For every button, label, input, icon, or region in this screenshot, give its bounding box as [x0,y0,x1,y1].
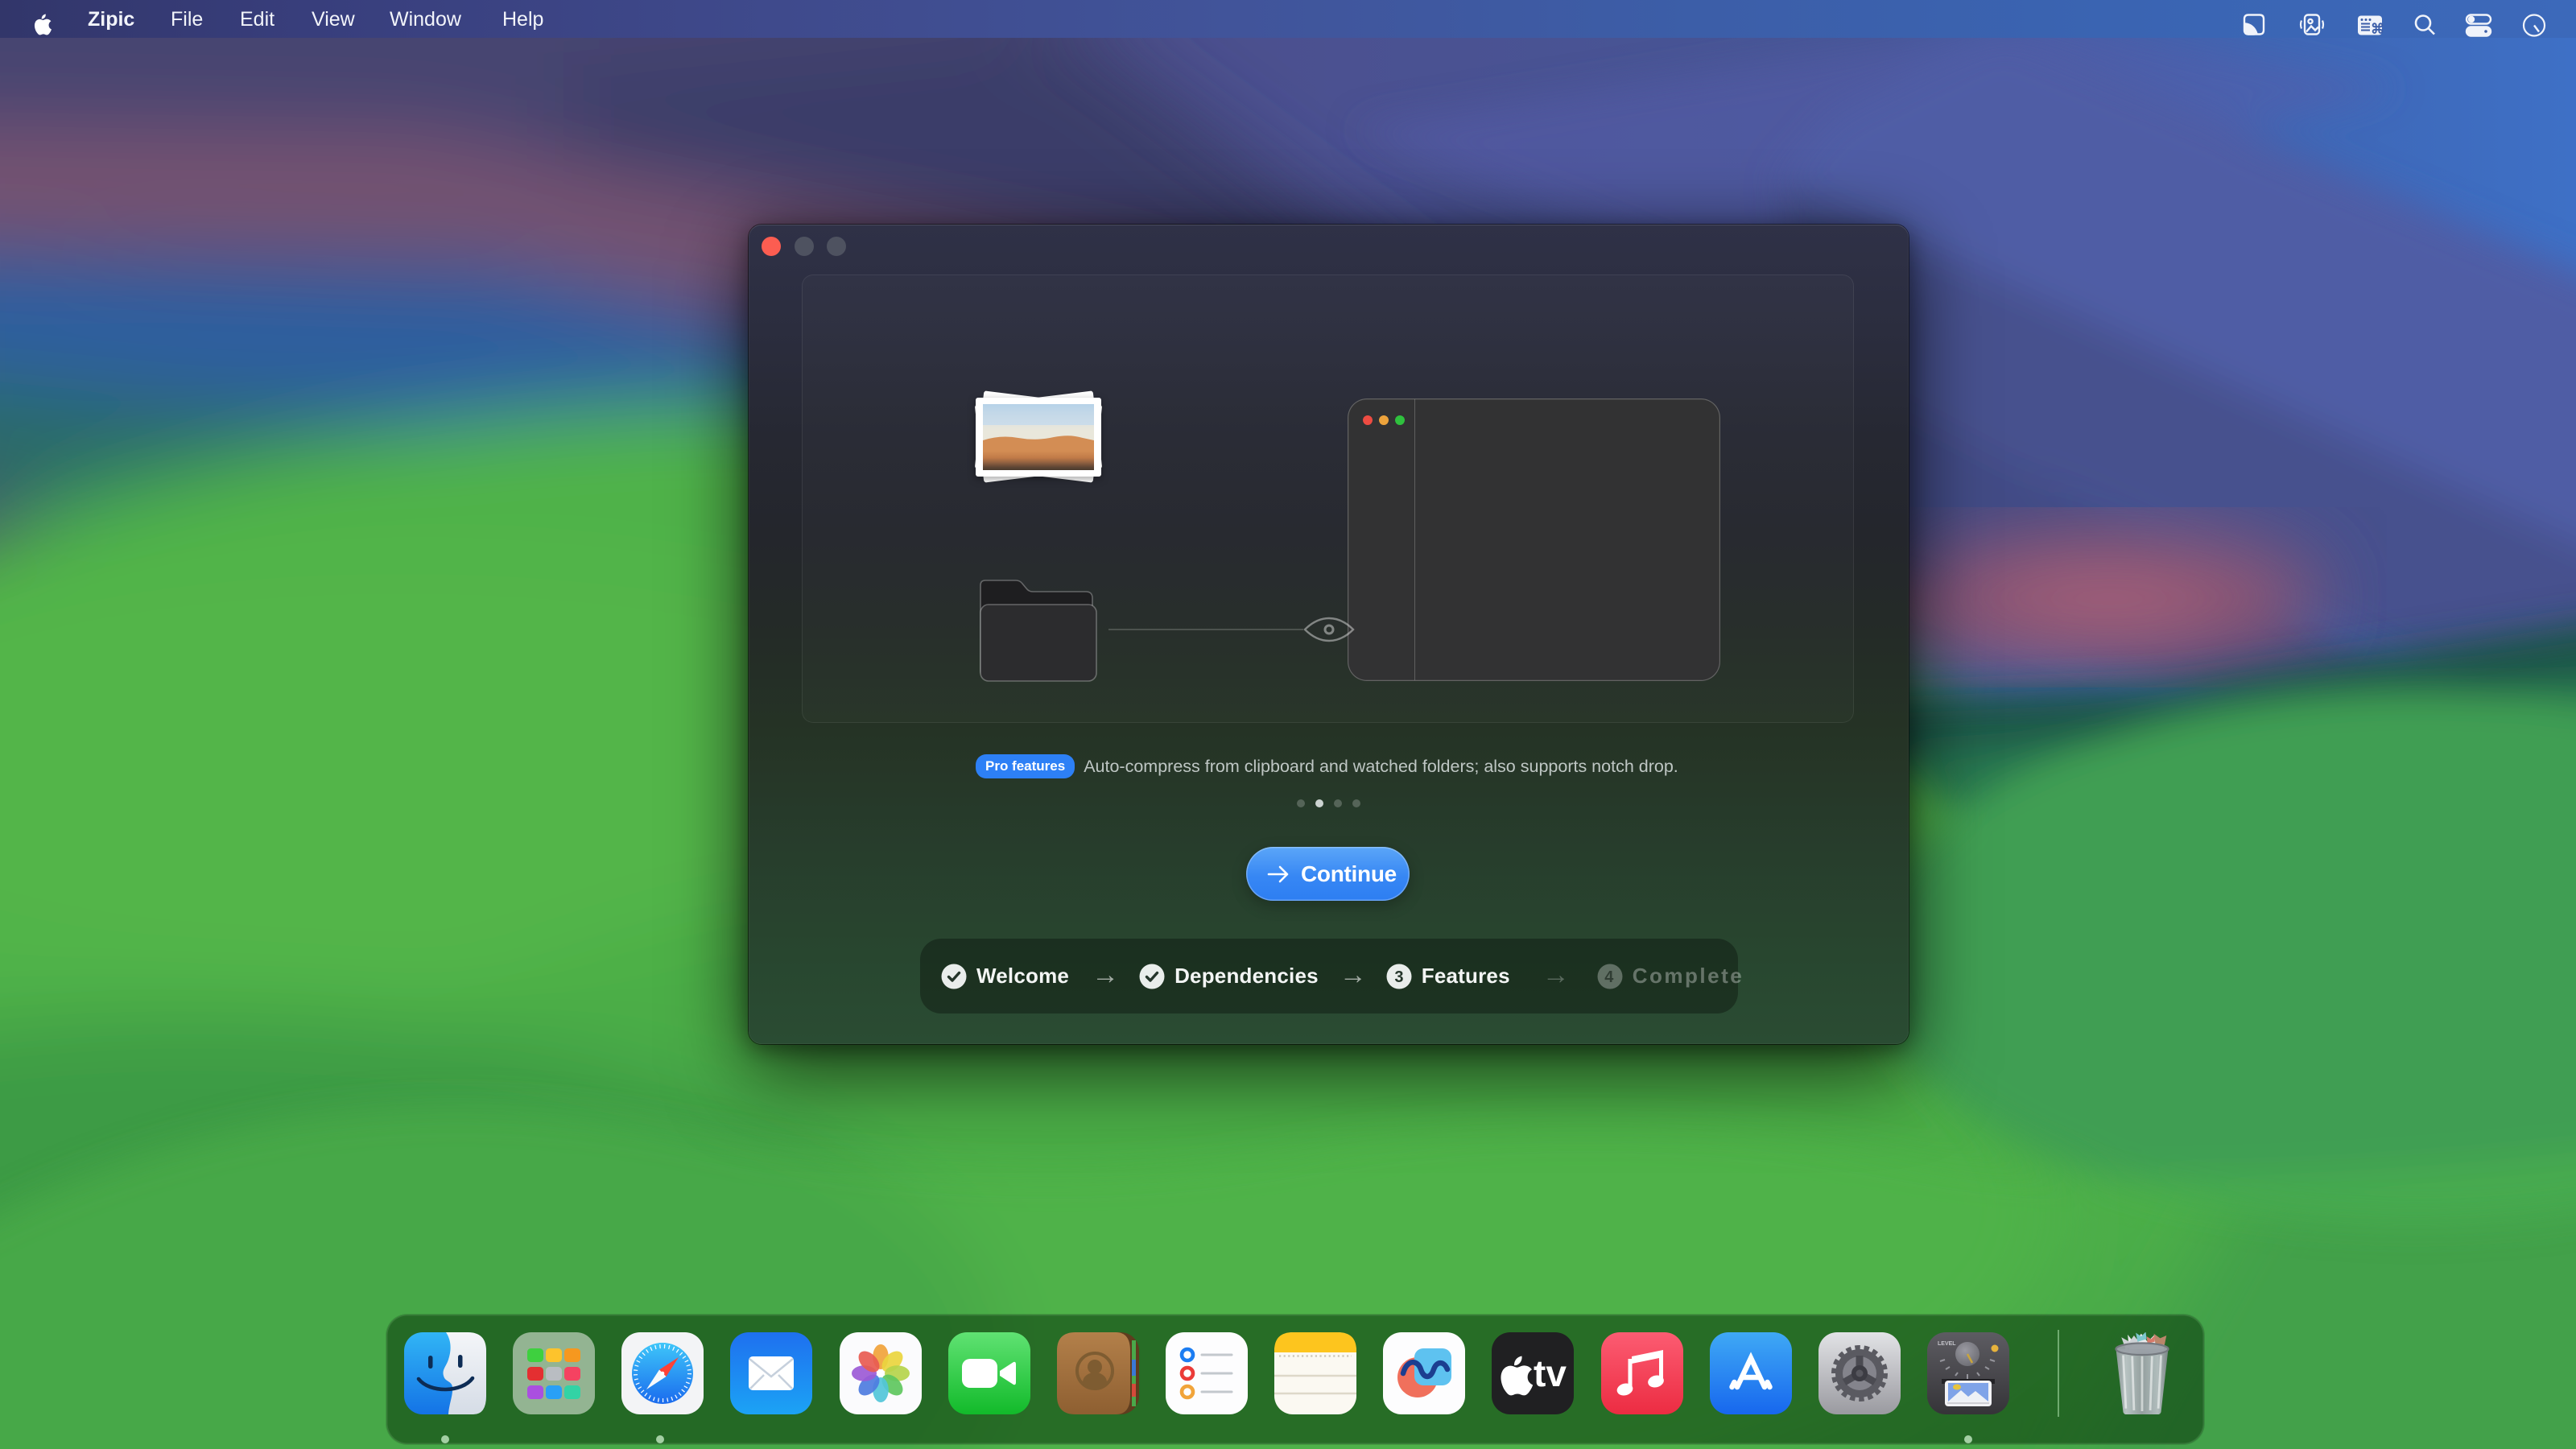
svg-text:3: 3 [1394,968,1403,986]
svg-text:tv: tv [1534,1352,1567,1394]
svg-text:LEVEL: LEVEL [1938,1341,1956,1347]
svg-text:⌘: ⌘ [2371,22,2384,37]
svg-text:4: 4 [1604,968,1616,986]
